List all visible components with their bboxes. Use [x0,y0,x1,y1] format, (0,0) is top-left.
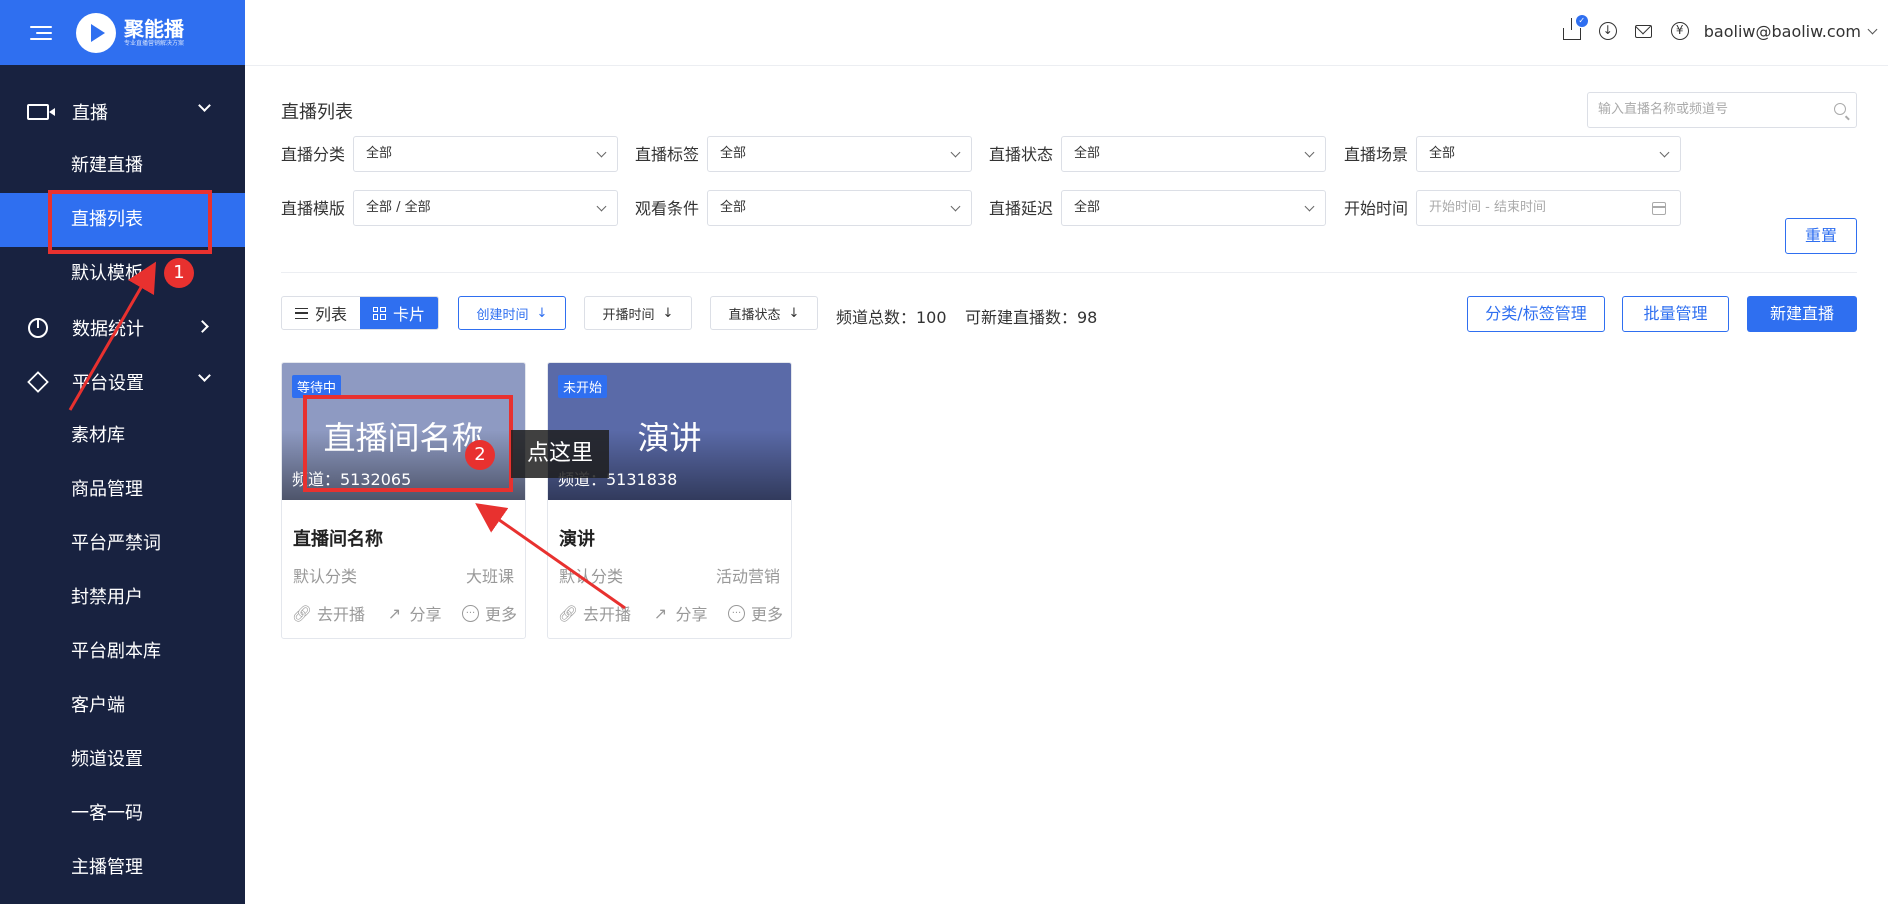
annotation-arrows [68,261,626,610]
arrow-to-sidebar [68,261,157,411]
arrow-to-card [475,503,626,610]
